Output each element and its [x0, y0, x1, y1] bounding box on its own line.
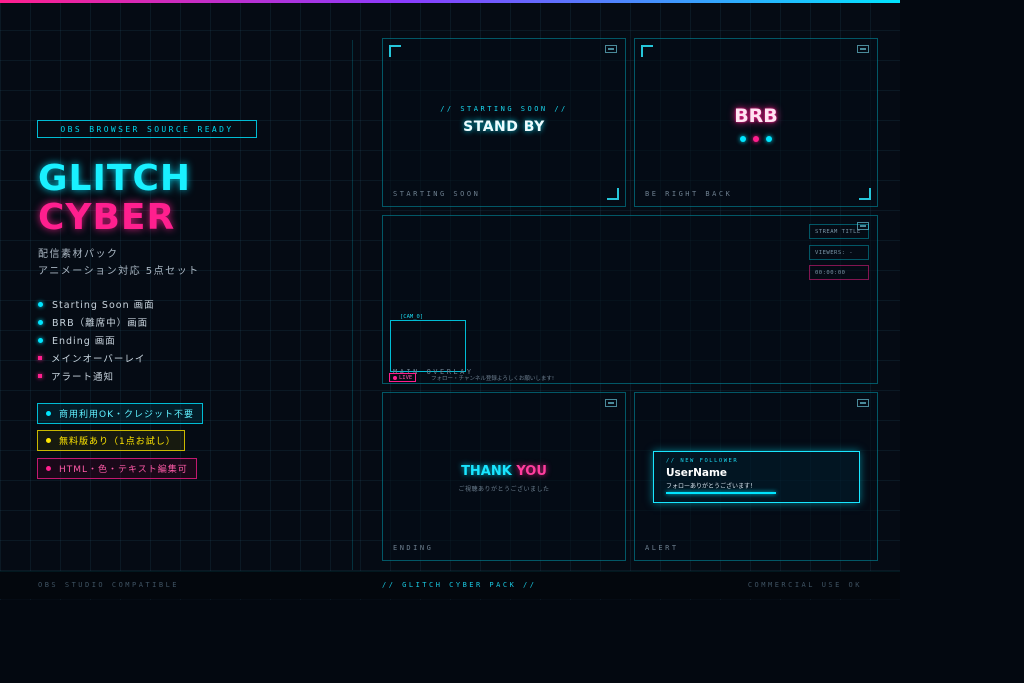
subtitle-set: アニメーション対応 5点セット [38, 266, 200, 277]
bullet-dot-icon [38, 319, 43, 325]
thank-you-title: THANK YOU [461, 464, 547, 479]
scene-label: ALERT [645, 544, 679, 552]
feature-item: BRB（離席中）画面 [38, 313, 155, 331]
hud-viewers: VIEWERS: - [809, 245, 869, 260]
hud-timer: 00:00:00 [809, 265, 869, 280]
bullet-dot-icon [38, 337, 43, 343]
bullet-dot-icon [38, 374, 42, 378]
gradient-top-bar [0, 0, 900, 3]
feature-item: Starting Soon 画面 [38, 295, 155, 313]
live-badge: LIVE [389, 373, 417, 382]
tagline-badge: OBS BROWSER SOURCE READY [37, 120, 257, 138]
footer-center: // GLITCH CYBER PACK // [382, 581, 537, 589]
subtitle-pack: 配信素材パック [38, 249, 119, 260]
camera-icon [605, 45, 617, 53]
feature-item: Ending 画面 [38, 331, 155, 349]
corner-bracket-icon [607, 188, 619, 200]
starting-header: // STARTING SOON // [440, 105, 568, 113]
feature-item: メインオーバーレイ [38, 349, 155, 367]
alert-username: UserName [666, 467, 728, 479]
brb-title: BRB [734, 105, 778, 127]
title-cyber: CYBER [38, 197, 176, 238]
footer-bar: OBS STUDIO COMPATIBLE // GLITCH CYBER PA… [0, 571, 900, 599]
divider-line [352, 40, 353, 570]
chip-dot-icon [46, 466, 51, 471]
dot-icon [740, 136, 746, 142]
chip-free-version: 無料版あり（1点お試し） [37, 430, 185, 451]
ticker-text: フォロー・チャンネル登録よろしくお願いします! [431, 376, 555, 382]
stand-by-title: STAND BY [463, 119, 545, 135]
feature-item: アラート通知 [38, 367, 155, 385]
scene-main-overlay[interactable]: STREAM TITLE VIEWERS: - 00:00:00 [CAM_0]… [382, 215, 878, 384]
scene-label: STARTING SOON [393, 190, 481, 198]
alert-progress-bar [666, 492, 776, 494]
live-dot-icon [393, 375, 397, 380]
corner-bracket-icon [641, 45, 653, 57]
scene-label: BE RIGHT BACK [645, 190, 733, 198]
cam-tag: [CAM_0] [398, 314, 426, 320]
feature-list: Starting Soon 画面 BRB（離席中）画面 Ending 画面 メイ… [38, 295, 155, 385]
webcam-frame: [CAM_0] [390, 314, 466, 372]
hud-stream-title: STREAM TITLE [809, 224, 869, 239]
alert-header: // NEW FOLLOWER [666, 458, 739, 464]
corner-bracket-icon [859, 188, 871, 200]
bullet-dot-icon [38, 356, 42, 360]
preview-canvas: OBS BROWSER SOURCE READY GLITCH CYBER 配信… [0, 0, 900, 600]
alert-message: フォローありがとうございます！ [666, 483, 757, 490]
camera-icon [857, 45, 869, 53]
title-glitch: GLITCH [38, 158, 191, 199]
bullet-dot-icon [38, 301, 43, 307]
scene-brb[interactable]: BRB BE RIGHT BACK [634, 38, 878, 207]
thanks-subtitle: ご視聴ありがとうございました [458, 486, 550, 493]
chip-dot-icon [46, 438, 51, 443]
chip-dot-icon [46, 411, 51, 416]
dot-icon [766, 136, 772, 142]
scene-alert[interactable]: // NEW FOLLOWER UserName フォローありがとうございます！… [634, 392, 878, 561]
chip-commercial-use: 商用利用OK・クレジット不要 [37, 403, 203, 424]
footer-right: COMMERCIAL USE OK [747, 581, 862, 589]
scene-starting-soon[interactable]: // STARTING SOON // STAND BY STARTING SO… [382, 38, 626, 207]
scene-label: ENDING [393, 544, 434, 552]
follower-alert-card: // NEW FOLLOWER UserName フォローありがとうございます！ [653, 451, 860, 503]
camera-icon [857, 399, 869, 407]
dot-icon [753, 136, 759, 142]
loading-dots [635, 136, 877, 142]
footer-left: OBS STUDIO COMPATIBLE [38, 581, 180, 589]
chip-editable: HTML・色・テキスト編集可 [37, 458, 197, 479]
scene-ending[interactable]: THANK YOU ご視聴ありがとうございました ENDING [382, 392, 626, 561]
camera-icon [605, 399, 617, 407]
corner-bracket-icon [389, 45, 401, 57]
